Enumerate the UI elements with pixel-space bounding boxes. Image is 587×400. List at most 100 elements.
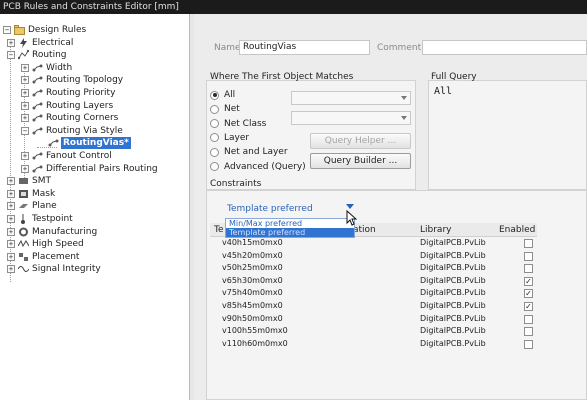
window-title-bar: PCB Rules and Constraints Editor [mm]: [0, 0, 587, 14]
tree-item[interactable]: + Mask: [7, 188, 56, 200]
tree-item[interactable]: + Testpoint: [7, 213, 74, 225]
via-name-cell[interactable]: v75h40m0mx0: [222, 288, 283, 297]
tree-item[interactable]: − Routing: [7, 49, 68, 61]
expand-icon[interactable]: +: [21, 101, 29, 110]
expand-icon[interactable]: +: [21, 152, 29, 160]
via-style-selector[interactable]: Template preferred: [227, 204, 313, 214]
enabled-checkbox[interactable]: ✓: [524, 276, 533, 286]
query-builder-button[interactable]: Query Builder ...: [310, 153, 411, 169]
collapse-icon[interactable]: −: [21, 126, 29, 135]
tree-item[interactable]: + Electrical: [7, 37, 74, 49]
enabled-checkbox[interactable]: [524, 239, 533, 248]
enabled-checkbox[interactable]: [524, 339, 533, 349]
tree-item[interactable]: + Width: [21, 62, 73, 74]
tree-item[interactable]: + High Speed: [7, 238, 85, 250]
radio-button[interactable]: [210, 133, 219, 143]
tree-item[interactable]: + Fanout Control: [21, 150, 113, 162]
match-option[interactable]: Net: [210, 103, 240, 115]
via-name-cell[interactable]: v65h30m0mx0: [222, 276, 283, 285]
dropdown-option-template[interactable]: Template preferred: [226, 228, 354, 237]
expand-icon[interactable]: +: [21, 114, 29, 123]
tree-item[interactable]: + SMT: [7, 175, 52, 187]
tree-item[interactable]: + Differential Pairs Routing: [21, 163, 159, 175]
comment-field[interactable]: [422, 40, 587, 55]
via-style-dropdown-list[interactable]: Min/Max preferred Template preferred: [225, 218, 355, 238]
name-field[interactable]: RoutingVias: [239, 40, 370, 55]
tree-item[interactable]: + Plane: [7, 200, 58, 212]
expand-icon[interactable]: +: [7, 177, 15, 186]
column-enabled[interactable]: Enabled: [499, 225, 535, 235]
expand-icon[interactable]: +: [21, 76, 29, 85]
net-combo[interactable]: [291, 91, 411, 105]
expand-icon[interactable]: +: [7, 240, 15, 249]
tree-item[interactable]: + Routing Corners: [21, 112, 119, 124]
expand-icon[interactable]: +: [7, 202, 15, 211]
plane-icon: [18, 201, 29, 211]
via-name-cell[interactable]: v100h55m0mx0: [222, 326, 288, 335]
expand-icon[interactable]: +: [7, 215, 15, 223]
via-name-cell[interactable]: v110h60m0mx0: [222, 339, 288, 348]
enabled-checkbox[interactable]: [524, 327, 533, 337]
rule-icon: [48, 138, 59, 148]
match-option[interactable]: Layer: [210, 132, 249, 144]
enabled-checkbox[interactable]: ✓: [524, 302, 533, 311]
rules-tree-panel[interactable]: − Design Rules + Electrical − Routing + Width + R…: [0, 14, 190, 400]
full-query-text[interactable]: All: [434, 86, 452, 97]
tree-item[interactable]: + Manufacturing: [7, 226, 98, 238]
expand-icon[interactable]: +: [7, 252, 15, 261]
enabled-checkbox[interactable]: [524, 314, 533, 324]
column-description[interactable]: ation: [353, 225, 376, 235]
via-name-cell[interactable]: v40h15m0mx0: [222, 238, 283, 247]
radio-button[interactable]: [210, 162, 219, 171]
column-library[interactable]: Library: [420, 225, 451, 235]
match-option[interactable]: Net and Layer: [210, 146, 288, 158]
match-option[interactable]: All: [210, 89, 235, 101]
style-dropdown-arrow-icon[interactable]: [346, 204, 354, 209]
via-name-cell[interactable]: v85h45m0mx0: [222, 301, 283, 310]
net-class-combo[interactable]: [291, 111, 411, 125]
tree-item[interactable]: + Routing Layers: [21, 100, 114, 112]
match-option-label: All: [224, 90, 236, 100]
chevron-down-icon: [401, 96, 407, 100]
match-option[interactable]: Net Class: [210, 118, 266, 130]
tree-item[interactable]: + Routing Topology: [21, 74, 124, 86]
via-name-cell[interactable]: v90h50m0mx0: [222, 314, 283, 323]
rule-icon: [32, 126, 43, 136]
tree-item[interactable]: + Placement: [7, 251, 80, 263]
expand-icon[interactable]: +: [21, 63, 29, 72]
tree-item-label: Fanout Control: [46, 151, 112, 161]
enabled-checkbox[interactable]: ✓: [524, 289, 533, 299]
expand-icon[interactable]: +: [7, 227, 15, 236]
expand-icon[interactable]: +: [7, 38, 15, 47]
radio-button[interactable]: [210, 90, 219, 100]
tree-item[interactable]: RoutingVias*: [37, 137, 131, 150]
match-option[interactable]: Advanced (Query): [210, 161, 306, 173]
via-library-cell: DigitalPCB.PvLib: [420, 313, 486, 323]
enabled-checkbox[interactable]: [524, 264, 533, 274]
manufacturing-icon: [18, 227, 29, 237]
via-name-cell[interactable]: v45h20m0mx0: [222, 251, 283, 260]
collapse-icon[interactable]: −: [7, 51, 15, 60]
via-name-cell[interactable]: v50h25m0mx0: [222, 263, 283, 272]
column-template[interactable]: Te: [214, 225, 224, 235]
smt-icon: [18, 176, 29, 186]
radio-button[interactable]: [210, 147, 219, 157]
expand-icon[interactable]: +: [21, 164, 29, 173]
via-library-cell: DigitalPCB.PvLib: [420, 263, 486, 273]
match-option-label: Layer: [224, 132, 250, 143]
tree-item[interactable]: + Signal Integrity: [7, 263, 102, 275]
dropdown-option-min-max[interactable]: Min/Max preferred: [226, 219, 354, 228]
expand-icon[interactable]: +: [21, 89, 29, 97]
enabled-checkbox[interactable]: [524, 251, 533, 261]
radio-button[interactable]: [210, 104, 219, 114]
tree-item[interactable]: − Routing Via Style: [21, 125, 124, 137]
collapse-icon[interactable]: −: [3, 26, 11, 34]
radio-button[interactable]: [210, 119, 219, 129]
match-option-label: Net and Layer: [224, 147, 288, 158]
expand-icon[interactable]: +: [7, 189, 15, 198]
tree-item[interactable]: − Design Rules: [3, 24, 87, 36]
query-helper-button[interactable]: Query Helper ...: [310, 133, 411, 149]
expand-icon[interactable]: +: [7, 265, 15, 274]
tree-item[interactable]: + Routing Priority: [21, 87, 116, 99]
